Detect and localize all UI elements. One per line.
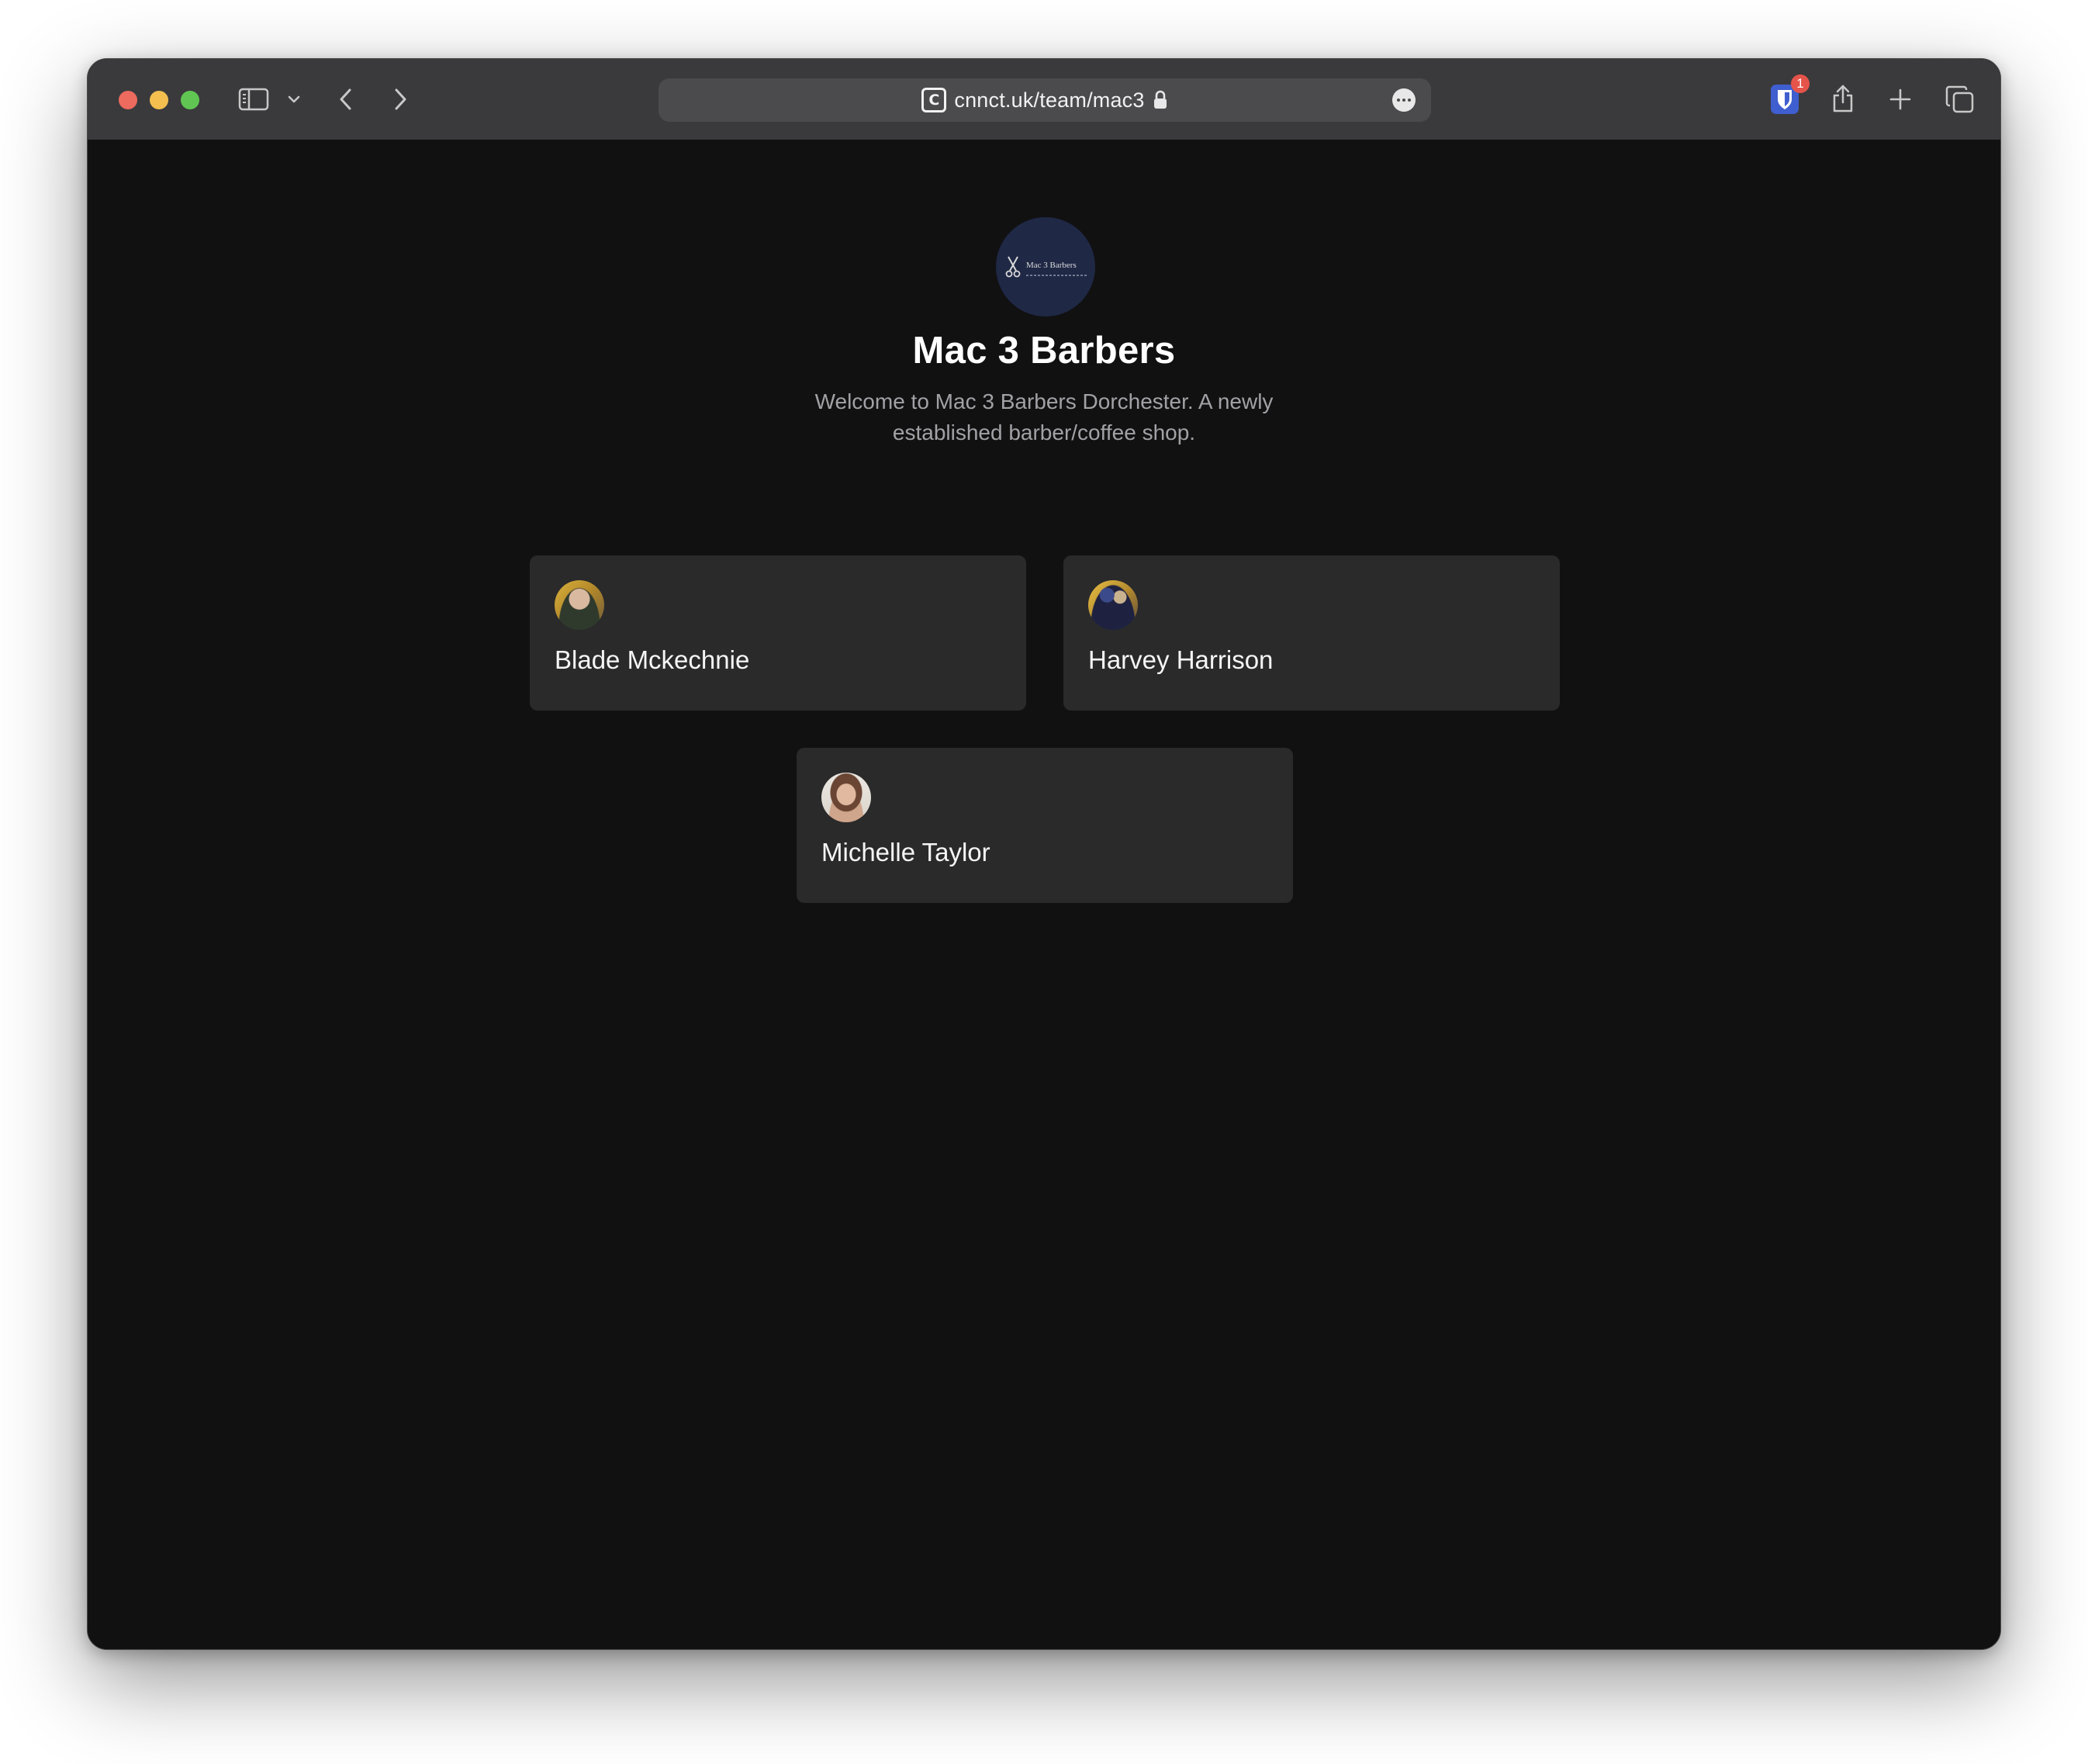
page-content: Mac 3 Barbers Mac 3 Barbers Welcome to M… [88,140,2000,1649]
team-member-name: Harvey Harrison [1088,645,1274,674]
logo-tagline-decoration [1026,275,1087,276]
browser-toolbar: C cnnct.uk/team/mac3 1 [88,59,2000,140]
address-bar[interactable]: C cnnct.uk/team/mac3 [659,78,1431,122]
lock-icon [1153,90,1168,110]
share-icon[interactable] [1829,81,1857,115]
team-member-name: Blade Mckechnie [555,645,750,674]
sidebar-icon[interactable] [238,85,269,113]
brand-logo[interactable]: Mac 3 Barbers [996,217,1095,316]
team-card-blade-mckechnie[interactable]: Blade Mckechnie [530,555,1026,711]
maximize-window-button[interactable] [181,91,199,109]
chevron-down-icon[interactable] [286,90,302,109]
team-card-michelle-taylor[interactable]: Michelle Taylor [797,748,1293,903]
avatar [1088,580,1138,630]
scissors-icon [1005,256,1021,278]
forward-icon[interactable] [389,84,412,115]
tabs-overview-icon[interactable] [1945,84,1976,115]
page-description: Welcome to Mac 3 Barbers Dorchester. A n… [814,389,1274,444]
new-tab-icon[interactable] [1887,85,1913,113]
avatar [821,773,871,822]
more-icon[interactable] [1392,88,1416,112]
close-window-button[interactable] [119,91,137,109]
browser-window: C cnnct.uk/team/mac3 1 Mac 3 Barbers Mac… [87,58,2001,1650]
back-icon[interactable] [334,84,358,115]
extension-badge: 1 [1791,74,1810,93]
url-text: cnnct.uk/team/mac3 [954,88,1145,112]
bitwarden-shield-icon[interactable]: 1 [1769,74,1810,115]
avatar [555,580,604,630]
team-member-name: Michelle Taylor [821,838,990,866]
site-favicon-icon: C [921,88,947,112]
logo-text: Mac 3 Barbers [1026,261,1077,270]
minimize-window-button[interactable] [150,91,168,109]
team-card-harvey-harrison[interactable]: Harvey Harrison [1063,555,1560,711]
page-title: Mac 3 Barbers [912,330,1176,372]
